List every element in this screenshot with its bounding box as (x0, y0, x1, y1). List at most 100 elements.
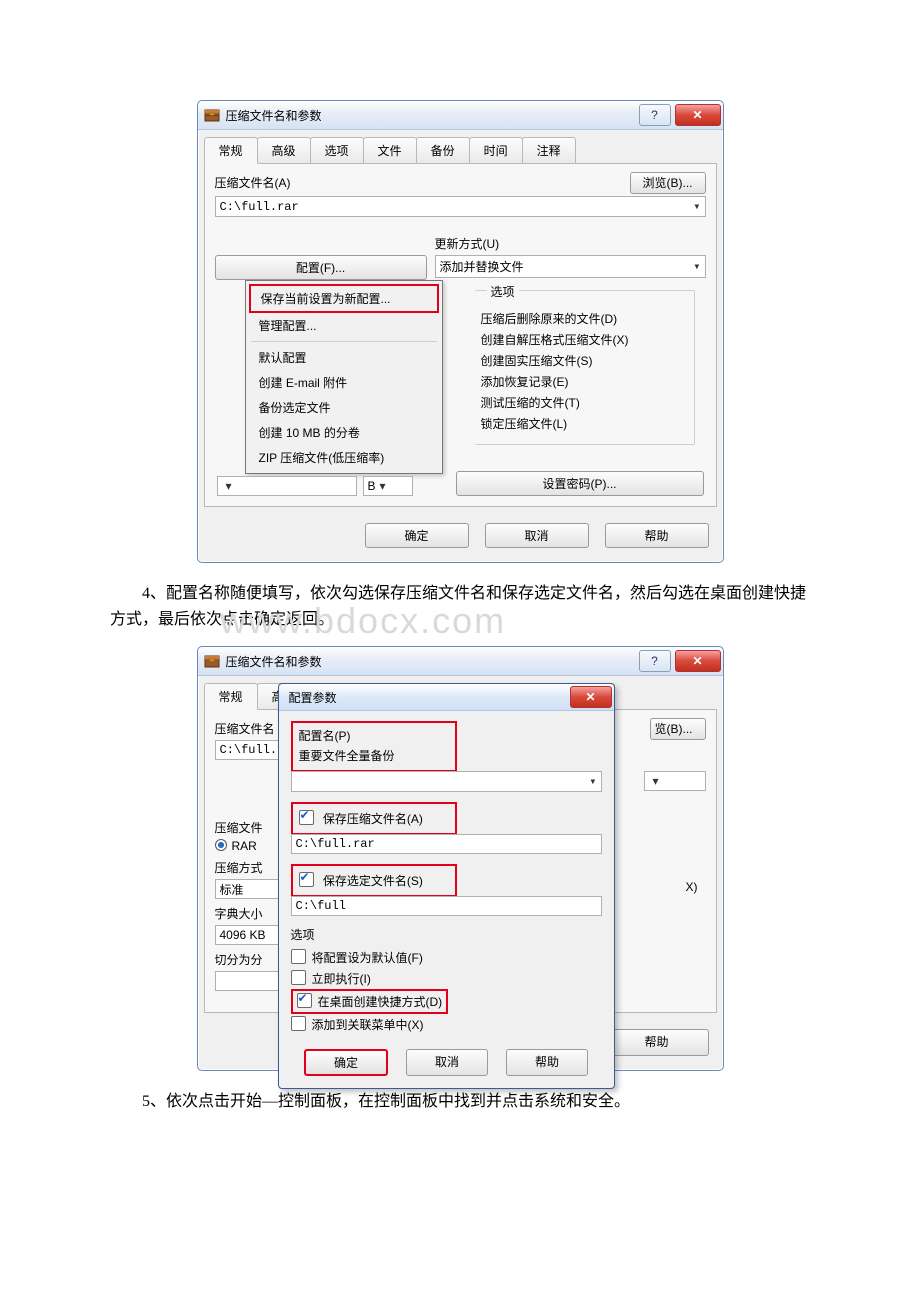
profile-dropdown: 保存当前设置为新配置... 管理配置... 默认配置 创建 E-mail 附件 … (245, 280, 443, 474)
menu-10mb-volumes[interactable]: 创建 10 MB 的分卷 (249, 420, 439, 445)
help-window-button[interactable]: ? (639, 650, 671, 672)
browse-button[interactable]: 浏览(B)... (630, 172, 706, 194)
opt-solid[interactable]: 创建固实压缩文件(S) (481, 350, 688, 371)
set-password-button[interactable]: 设置密码(P)... (456, 471, 704, 496)
app-icon (204, 107, 220, 123)
opt-desktop-shortcut[interactable]: 在桌面创建快捷方式(D) (291, 989, 449, 1014)
chevron-down-icon (649, 774, 659, 788)
profile-name-combo[interactable] (291, 771, 602, 792)
modal-titlebar[interactable]: 配置参数 ✕ (279, 684, 614, 711)
titlebar[interactable]: 压缩文件名和参数 ? ✕ (198, 101, 723, 130)
close-window-button[interactable]: ✕ (675, 650, 721, 672)
tab-backup[interactable]: 备份 (416, 137, 470, 164)
cancel-button[interactable]: 取消 (485, 523, 589, 548)
tab-strip: 常规 高级 选项 文件 备份 时间 注释 (198, 130, 723, 163)
paragraph-5: 5、依次点击开始—控制面板，在控制面板中找到并点击系统和安全。 (110, 1089, 810, 1115)
update-mode-combo[interactable]: 添加并替换文件 (435, 255, 706, 278)
modal-options-label: 选项 (291, 928, 315, 942)
archive-name-label: 压缩文件名(A) (215, 174, 620, 191)
dict-label: 字典大小 (215, 905, 285, 922)
tab-panel: 压缩文件名(A) 浏览(B)... C:\full.rar 更新方式(U) 配置… (204, 163, 717, 507)
method-combo[interactable]: 标准 (215, 879, 281, 899)
modal-close-button[interactable]: ✕ (570, 686, 612, 708)
format-value[interactable]: RAR (232, 839, 257, 853)
save-selected-label: 保存选定文件名(S) (323, 874, 423, 888)
chevron-down-icon (687, 199, 700, 214)
archive-name-label: 压缩文件名 (215, 720, 285, 737)
modal-help-button[interactable]: 帮助 (506, 1049, 588, 1076)
dialog-footer: 确定 取消 帮助 (198, 513, 723, 562)
archive-dialog-1: 压缩文件名和参数 ? ✕ 常规 高级 选项 文件 备份 时间 注释 压缩文件名(… (197, 100, 724, 563)
split-input[interactable] (215, 971, 281, 991)
modal-title: 配置参数 (285, 689, 566, 706)
browse-button-cut[interactable]: 览(B)... (650, 718, 706, 740)
app-icon (204, 653, 220, 669)
opt-sfx[interactable]: 创建自解压格式压缩文件(X) (481, 329, 688, 350)
profile-button[interactable]: 配置(F)... (215, 255, 427, 280)
volume-unit-value: B (368, 479, 376, 493)
archive-name-value[interactable]: C:\full. (215, 740, 285, 760)
save-archive-name-value[interactable]: C:\full.rar (291, 834, 602, 854)
opt-add-context[interactable]: 添加到关联菜单中(X) (291, 1014, 602, 1035)
opt-set-default[interactable]: 将配置设为默认值(F) (291, 947, 602, 968)
combo-right[interactable] (644, 771, 706, 791)
radio-rar-icon (215, 839, 227, 851)
modal-cancel-button[interactable]: 取消 (406, 1049, 488, 1076)
help-button[interactable]: 帮助 (605, 523, 709, 548)
save-archive-name-label: 保存压缩文件名(A) (323, 812, 423, 826)
volume-unit-combo[interactable]: B (363, 476, 413, 496)
opt-recovery[interactable]: 添加恢复记录(E) (481, 371, 688, 392)
update-mode-label: 更新方式(U) (435, 235, 706, 252)
archive-name-value: C:\full.rar (220, 200, 299, 214)
menu-separator (251, 341, 437, 342)
menu-zip-low[interactable]: ZIP 压缩文件(低压缩率) (249, 445, 439, 470)
tab-comment[interactable]: 注释 (522, 137, 576, 164)
split-label: 切分为分 (215, 951, 285, 968)
profile-name-value: 重要文件全量备份 (299, 749, 395, 763)
paragraph-4: 4、配置名称随便填写，依次勾选保存压缩文件名和保存选定文件名，然后勾选在桌面创建… (110, 581, 810, 632)
chevron-down-icon (376, 479, 386, 493)
options-group-label: 选项 (487, 285, 519, 299)
tab-general[interactable]: 常规 (204, 137, 258, 164)
opt-test[interactable]: 测试压缩的文件(T) (481, 392, 688, 413)
tab-files[interactable]: 文件 (363, 137, 417, 164)
modal-body: 配置名(P) 重要文件全量备份 保存压缩文件名(A) C:\full.rar 保… (279, 711, 614, 1088)
chevron-down-icon (583, 774, 596, 789)
profile-name-label: 配置名(P) (299, 727, 449, 744)
archive-name-combo[interactable]: C:\full.rar (215, 196, 706, 217)
update-mode-value: 添加并替换文件 (440, 258, 524, 275)
dict-value: 4096 KB (220, 928, 266, 942)
menu-save-new-profile[interactable]: 保存当前设置为新配置... (249, 284, 439, 313)
modal-ok-button[interactable]: 确定 (304, 1049, 388, 1076)
tab-options[interactable]: 选项 (310, 137, 364, 164)
tab-general[interactable]: 常规 (204, 683, 258, 710)
format-label: 压缩文件 (215, 819, 285, 836)
close-window-button[interactable]: ✕ (675, 104, 721, 126)
chk-save-selected[interactable] (299, 872, 314, 887)
tab-time[interactable]: 时间 (469, 137, 523, 164)
chk-save-archive-name[interactable] (299, 810, 314, 825)
help-button[interactable]: 帮助 (605, 1029, 709, 1056)
opt-lock[interactable]: 锁定压缩文件(L) (481, 413, 688, 434)
archive-dialog-2: 压缩文件名和参数 ? ✕ 常规 高 压缩文件名 C:\full. 览(B)... (197, 646, 724, 1071)
save-selected-value[interactable]: C:\full (291, 896, 602, 916)
opt-del-after[interactable]: 压缩后删除原来的文件(D) (481, 308, 688, 329)
tab-advanced[interactable]: 高级 (257, 137, 311, 164)
help-window-button[interactable]: ? (639, 104, 671, 126)
chevron-down-icon (222, 479, 232, 493)
volume-size-combo[interactable] (217, 476, 357, 496)
profile-params-modal: 配置参数 ✕ 配置名(P) 重要文件全量备份 保存压缩文件名(A) C:\ful… (278, 683, 615, 1089)
dict-combo[interactable]: 4096 KB (215, 925, 281, 945)
opt-x-cut: X) (686, 880, 698, 894)
ok-button[interactable]: 确定 (365, 523, 469, 548)
menu-backup-selected[interactable]: 备份选定文件 (249, 395, 439, 420)
dialog-title: 压缩文件名和参数 (226, 107, 635, 124)
menu-email-attach[interactable]: 创建 E-mail 附件 (249, 370, 439, 395)
menu-default-profile[interactable]: 默认配置 (249, 345, 439, 370)
method-value: 标准 (220, 881, 244, 898)
titlebar[interactable]: 压缩文件名和参数 ? ✕ (198, 647, 723, 676)
opt-run-now[interactable]: 立即执行(I) (291, 968, 602, 989)
chevron-down-icon (687, 259, 700, 274)
menu-manage-profiles[interactable]: 管理配置... (249, 313, 439, 338)
method-label: 压缩方式 (215, 859, 285, 876)
